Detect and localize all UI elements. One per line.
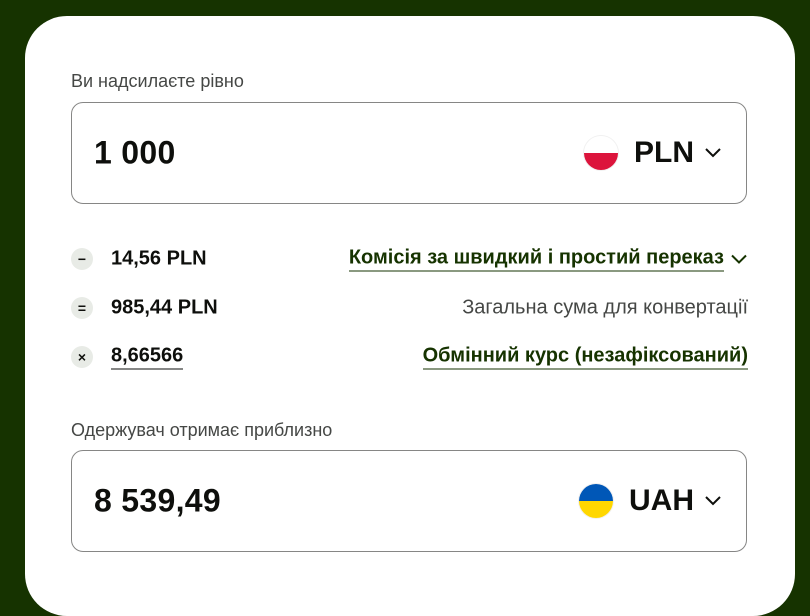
exchange-rate-label: Обмінний курс (незафіксований) (422, 345, 748, 370)
send-amount-field[interactable]: 1 000 PLN (71, 102, 747, 204)
receive-currency-code: UAH (629, 484, 694, 517)
send-currency-select[interactable]: PLN (584, 136, 722, 170)
fee-row: − 14,56 PLN Комісія за швидкий і простий… (71, 244, 748, 274)
equals-icon: = (71, 297, 93, 319)
poland-flag-icon (584, 136, 618, 170)
receive-currency-select[interactable]: UAH (579, 484, 722, 518)
send-amount-label: Ви надсилаєте рівно (71, 71, 244, 91)
exchange-rate-value[interactable]: 8,66566 (111, 345, 184, 370)
chevron-down-icon (704, 147, 722, 159)
converted-total-row: = 985,44 PLN Загальна сума для конвертац… (71, 293, 748, 323)
multiply-icon: × (71, 346, 93, 368)
ukraine-flag-icon (579, 484, 613, 518)
fee-details-label: Комісія за швидкий і простий переказ (348, 247, 724, 272)
receive-amount-field[interactable]: 8 539,49 UAH (71, 450, 747, 552)
exchange-rate-link[interactable]: Обмінний курс (незафіксований) (422, 345, 748, 370)
exchange-rate-row: × 8,66566 Обмінний курс (незафіксований) (71, 342, 748, 372)
receive-amount-input[interactable]: 8 539,49 (94, 483, 221, 520)
converted-total-label: Загальна сума для конвертації (462, 296, 748, 319)
send-amount-input[interactable]: 1 000 (94, 135, 176, 172)
minus-icon: − (71, 248, 93, 270)
receive-amount-label: Одержувач отримає приблизно (71, 420, 333, 440)
fee-details-link[interactable]: Комісія за швидкий і простий переказ (348, 247, 748, 272)
chevron-down-icon (704, 495, 722, 507)
chevron-down-icon (730, 253, 748, 265)
send-currency-code: PLN (634, 136, 694, 169)
fee-amount: 14,56 PLN (111, 247, 207, 270)
converted-total-amount: 985,44 PLN (111, 296, 218, 319)
